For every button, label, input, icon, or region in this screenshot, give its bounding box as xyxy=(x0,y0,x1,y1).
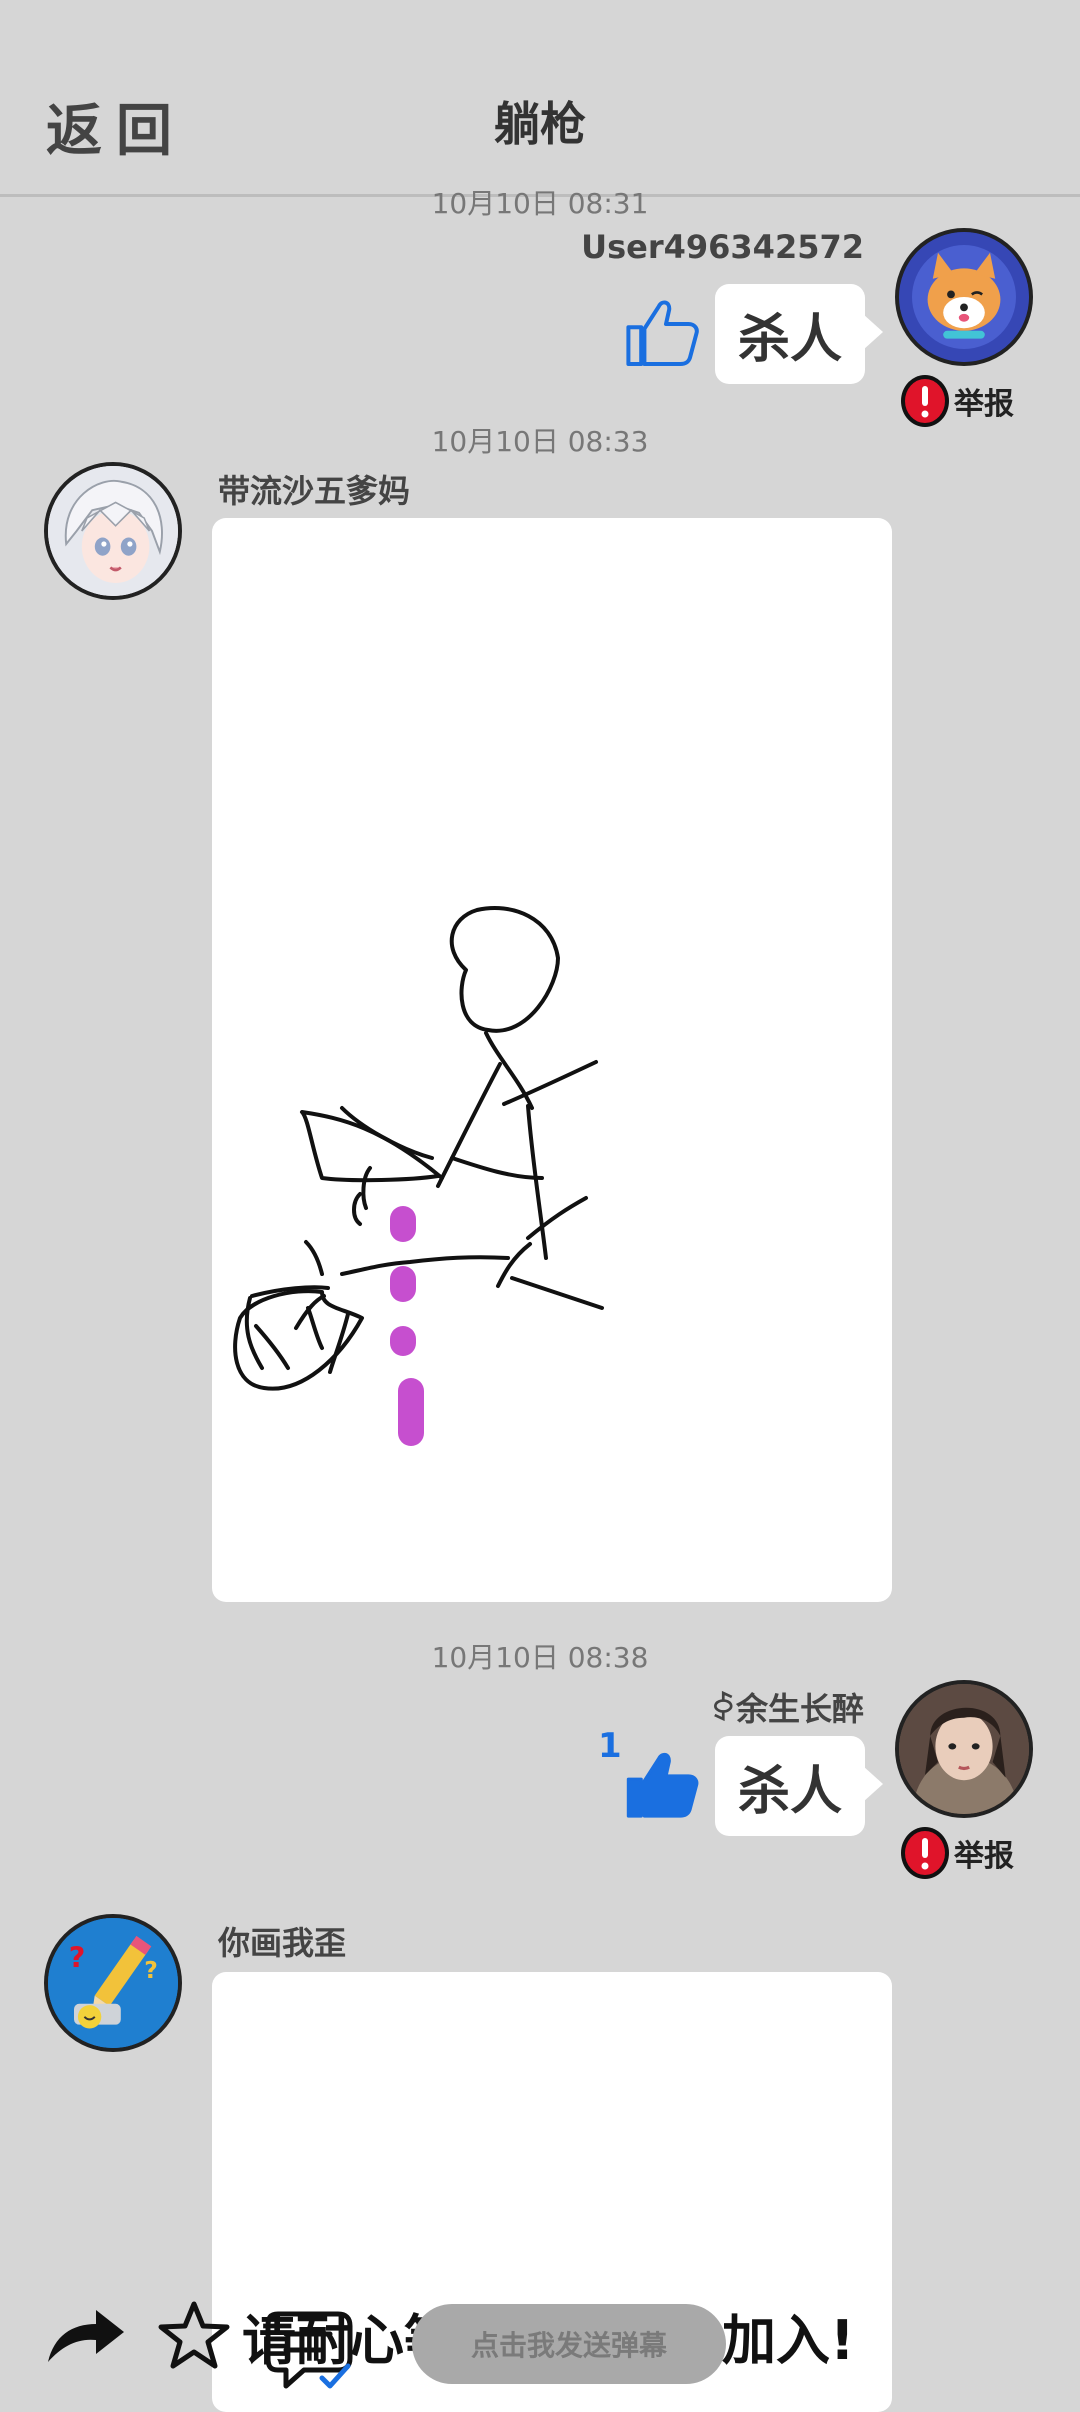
thumbs-up-icon[interactable] xyxy=(622,1744,702,1824)
message-text: 杀人 xyxy=(737,309,842,370)
like-count: 1 xyxy=(598,1726,622,1766)
marquee-text-right: 加入! xyxy=(722,2309,855,2372)
avatar[interactable]: ? ? xyxy=(44,1914,182,2052)
username: 带流沙五爹妈 xyxy=(218,472,411,510)
report-button[interactable]: 举报 xyxy=(900,1826,1014,1880)
avatar[interactable] xyxy=(44,462,182,600)
message-bubble: 杀人 xyxy=(715,284,883,384)
header: 返回 躺枪 xyxy=(0,0,1080,197)
message-text: 杀人 xyxy=(737,1761,842,1822)
username: ꀆ余生长醉 xyxy=(710,1690,864,1728)
thumbs-up-icon[interactable] xyxy=(622,292,702,372)
share-icon[interactable] xyxy=(44,2306,128,2366)
page-title: 躺枪 xyxy=(494,97,586,151)
pencil-avatar-icon: ? ? xyxy=(48,1918,178,2048)
report-label: 举报 xyxy=(954,1839,1014,1874)
svg-text:?: ? xyxy=(69,1940,86,1974)
drawing-canvas[interactable] xyxy=(212,518,892,1602)
timestamp: 10月10日 08:31 xyxy=(431,187,649,220)
report-icon xyxy=(901,1827,949,1879)
username: 你画我歪 xyxy=(218,1924,347,1962)
send-danmu-button[interactable]: 点击我发送弹幕 xyxy=(412,2304,726,2384)
shiba-avatar-icon xyxy=(899,232,1029,362)
report-label: 举报 xyxy=(954,387,1014,422)
username: User496342572 xyxy=(581,228,864,266)
message-bubble: 杀人 xyxy=(715,1736,883,1836)
timestamp: 10月10日 08:38 xyxy=(431,1641,649,1674)
avatar[interactable] xyxy=(895,228,1033,366)
svg-text:?: ? xyxy=(144,1956,158,1984)
photo-avatar-icon xyxy=(899,1684,1029,1814)
anime-girl-avatar-icon xyxy=(48,466,178,596)
timestamp: 10月10日 08:33 xyxy=(431,425,649,458)
star-icon[interactable] xyxy=(156,2298,232,2374)
avatar[interactable] xyxy=(895,1680,1033,1818)
stick-figure-drawing xyxy=(233,906,604,1446)
chat-icon[interactable] xyxy=(264,2304,356,2390)
bottom-toolbar: 请耐心等 加入! 点击我发送弹幕 xyxy=(0,2290,1080,2400)
